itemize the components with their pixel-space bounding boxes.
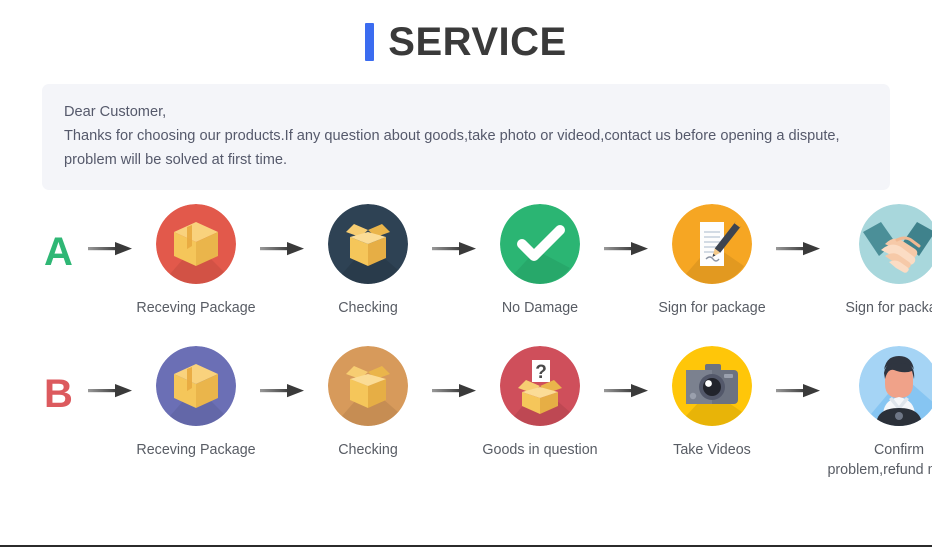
service-page: SERVICE Dear Customer, Thanks for choosi… xyxy=(0,0,932,550)
flow-step-label: Confirm problem,refund money xyxy=(827,442,932,478)
flow-step-a-1: Receving Package xyxy=(136,204,256,318)
arrow-right-icon xyxy=(256,240,308,258)
note-line-greeting: Dear Customer, xyxy=(64,104,167,120)
customer-note-box: Dear Customer, Thanks for choosing our p… xyxy=(42,84,890,190)
arrow-right-icon xyxy=(256,382,308,400)
page-title: SERVICE xyxy=(0,0,932,62)
flow-step-a-5: Sign for package xyxy=(824,204,932,318)
question-box-icon: ? xyxy=(500,346,580,426)
camera-icon xyxy=(672,346,752,426)
flow-step-a-2: Checking xyxy=(308,204,428,318)
bottom-divider xyxy=(0,545,932,547)
flow-label-a: A xyxy=(44,230,73,274)
document-pen-icon xyxy=(672,204,752,284)
arrow-right-icon xyxy=(772,382,824,400)
svg-text:?: ? xyxy=(535,362,547,383)
note-line-closing: problem will be solved at first time. xyxy=(64,152,288,168)
flow-step-label: Sign for package xyxy=(845,300,932,316)
arrow-right-icon xyxy=(84,382,136,400)
flow-step-label: Receving Package xyxy=(136,442,256,458)
flow-step-b-4: Take Videos xyxy=(652,346,772,460)
support-person-icon xyxy=(859,346,932,426)
flow-step-label: Checking xyxy=(338,300,398,316)
title-accent-bar xyxy=(365,23,375,61)
arrow-right-icon xyxy=(428,240,480,258)
flow-label-b: B xyxy=(44,372,73,416)
flow-step-label: Take Videos xyxy=(673,442,751,458)
flow-step-a-3: No Damage xyxy=(480,204,600,318)
flow-step-a-4: Sign for package xyxy=(652,204,772,318)
flow-step-b-3: ? Goods in question xyxy=(480,346,600,460)
flow-step-b-1: Receving Package xyxy=(136,346,256,460)
arrow-right-icon xyxy=(84,240,136,258)
flow-rows: A Receving Package Checking No Damage Si… xyxy=(0,204,932,480)
handshake-icon xyxy=(859,204,932,284)
flow-row-a: A Receving Package Checking No Damage Si… xyxy=(0,204,932,318)
open-box-icon xyxy=(328,204,408,284)
arrow-right-icon xyxy=(600,240,652,258)
arrow-right-icon xyxy=(772,240,824,258)
flow-step-label: Sign for package xyxy=(658,300,766,316)
open-box-icon xyxy=(328,346,408,426)
check-mark-icon xyxy=(500,204,580,284)
flow-step-label: Receving Package xyxy=(136,300,256,316)
arrow-right-icon xyxy=(600,382,652,400)
flow-step-label: Checking xyxy=(338,442,398,458)
package-box-icon xyxy=(156,346,236,426)
flow-step-b-5: Confirm problem,refund money xyxy=(824,346,932,480)
page-title-text: SERVICE xyxy=(388,20,567,64)
arrow-right-icon xyxy=(428,382,480,400)
note-line-body: Thanks for choosing our products.If any … xyxy=(64,128,840,144)
flow-step-label: Goods in question xyxy=(482,442,598,458)
flow-step-b-2: Checking xyxy=(308,346,428,460)
package-box-icon xyxy=(156,204,236,284)
flow-row-b: B Receving Package Checking ? Goods in q… xyxy=(0,346,932,480)
flow-step-label: No Damage xyxy=(501,300,579,316)
